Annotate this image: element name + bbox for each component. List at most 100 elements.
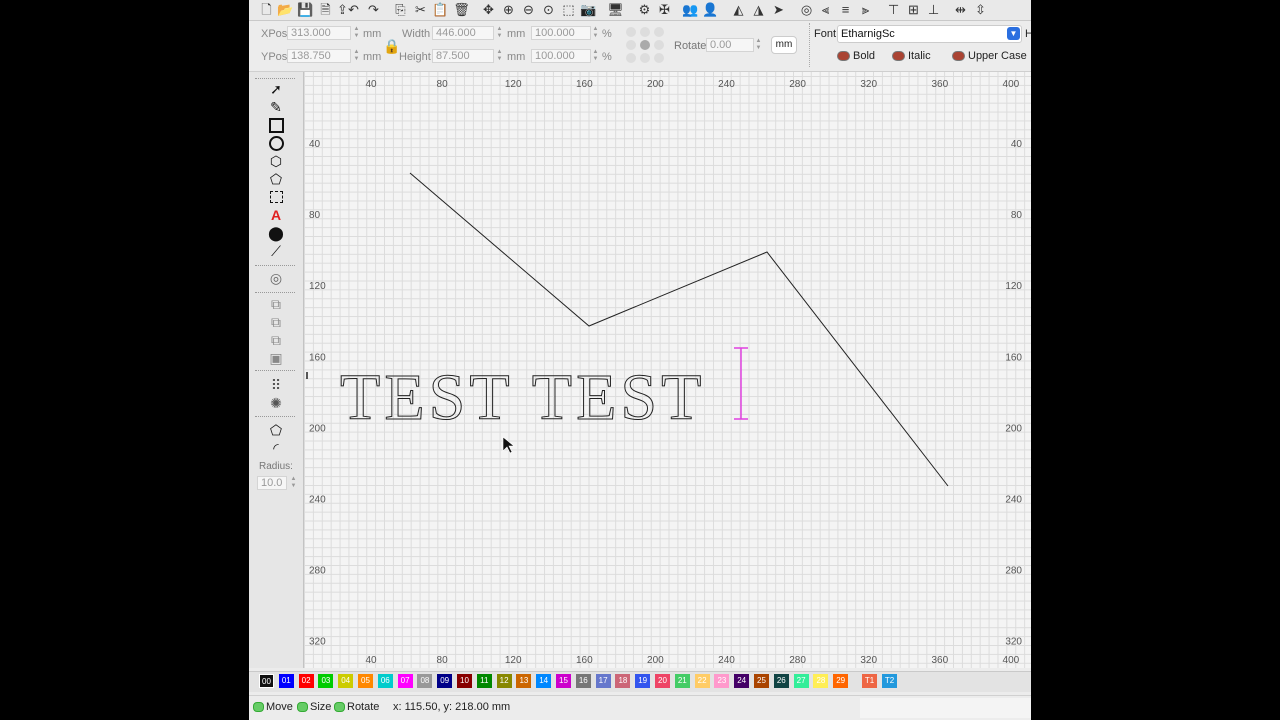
color-swatch-01[interactable]: 01 (278, 674, 294, 688)
new-file-icon[interactable]: 🗋 (258, 1, 275, 18)
anchor-point[interactable] (640, 27, 650, 37)
save-as-icon[interactable]: 🗎 (317, 1, 334, 18)
color-swatch-09[interactable]: 09 (437, 674, 453, 688)
select-tool-icon[interactable]: ➚ (267, 81, 285, 97)
settings-icon[interactable]: ⚙ (636, 1, 653, 18)
upper-case-toggle[interactable]: Upper Case (952, 50, 1027, 62)
open-folder-icon[interactable]: 📂 (277, 1, 294, 18)
color-swatch-26[interactable]: 26 (773, 674, 789, 688)
copy-icon[interactable]: ⎘ (392, 1, 409, 18)
align-right-icon[interactable]: ⫸ (857, 1, 874, 18)
color-swatch-25[interactable]: 25 (754, 674, 769, 688)
send-icon[interactable]: ➤ (770, 1, 787, 18)
color-swatch-19[interactable]: 19 (635, 674, 651, 688)
redo-icon[interactable]: ↷ (365, 1, 382, 18)
undo-icon[interactable]: ↶ (345, 1, 362, 18)
color-swatch-29[interactable]: 29 (833, 674, 849, 688)
polyline-shape[interactable] (409, 172, 949, 487)
align-bottom-icon[interactable]: ⊥ (925, 1, 942, 18)
color-swatch-05[interactable]: 05 (358, 674, 373, 688)
anchor-point[interactable] (626, 40, 636, 50)
color-swatch-12[interactable]: 12 (496, 674, 512, 688)
users-icon[interactable]: 👥 (682, 1, 699, 18)
mirror-h-icon[interactable]: ◭ (730, 1, 747, 18)
zoom-in-icon[interactable]: ⊕ (500, 1, 517, 18)
rotate-toggle[interactable]: Rotate (334, 701, 379, 713)
align-center-icon[interactable]: ≡ (837, 1, 854, 18)
ellipse-tool-icon[interactable] (267, 135, 285, 151)
color-swatch-08[interactable]: 08 (417, 674, 433, 688)
color-swatch-13[interactable]: 13 (516, 674, 532, 688)
color-swatch-15[interactable]: 15 (556, 674, 571, 688)
anchor-point[interactable] (654, 53, 664, 63)
pen-tool-icon[interactable]: ✎ (267, 99, 285, 115)
color-swatch-11[interactable]: 11 (476, 674, 492, 688)
delete-icon[interactable]: 🗑 (453, 1, 470, 18)
width-input[interactable] (432, 26, 494, 40)
lock-ratio-icon[interactable]: 🔒 (383, 38, 400, 55)
color-swatch-07[interactable]: 07 (397, 674, 413, 688)
tools-icon[interactable]: ✠ (656, 1, 673, 18)
distribute-v-icon[interactable]: ⇳ (972, 1, 989, 18)
anchor-point[interactable] (654, 27, 664, 37)
color-swatch-t1[interactable]: T1 (862, 674, 877, 688)
font-select[interactable]: EtharnigSc ▼ (837, 25, 1022, 43)
color-swatch-14[interactable]: 14 (536, 674, 552, 688)
array-grid-icon[interactable]: ⠿ (267, 377, 285, 393)
color-swatch-03[interactable]: 03 (318, 674, 334, 688)
corner-tool-icon[interactable]: ◜ (267, 440, 285, 456)
height-input[interactable] (432, 49, 494, 63)
zoom-fit-icon[interactable]: ⊙ (540, 1, 557, 18)
align-top-icon[interactable]: ⊤ (885, 1, 902, 18)
bold-toggle[interactable]: Bold (837, 50, 875, 62)
weld-icon[interactable]: ▣ (267, 350, 285, 366)
boolean-intersect-icon[interactable]: ⧉ (267, 332, 285, 348)
text-object[interactable]: TEST TEST (340, 361, 705, 435)
save-icon[interactable]: 💾 (297, 1, 314, 18)
ypos-input[interactable] (287, 49, 351, 63)
anchor-point[interactable] (640, 40, 650, 50)
color-swatch-02[interactable]: 02 (298, 674, 314, 688)
color-swatch-00[interactable]: 00 (259, 674, 274, 688)
italic-toggle[interactable]: Italic (892, 50, 931, 62)
height-percent-stepper[interactable]: ▲ ▼ (592, 49, 599, 64)
radius-input[interactable] (257, 476, 287, 490)
color-swatch-27[interactable]: 27 (793, 674, 809, 688)
zoom-out-icon[interactable]: ⊖ (520, 1, 537, 18)
color-swatch-28[interactable]: 28 (813, 674, 829, 688)
size-toggle[interactable]: Size (297, 701, 331, 713)
pentagon-tool-icon[interactable]: ⬠ (267, 171, 285, 187)
anchor-point[interactable] (654, 40, 664, 50)
rotate-input[interactable] (706, 38, 754, 52)
cut-icon[interactable]: ✂ (412, 1, 429, 18)
color-swatch-22[interactable]: 22 (694, 674, 710, 688)
width-percent-stepper[interactable]: ▲ ▼ (592, 26, 599, 41)
measure-tool-icon[interactable]: ⟋ (267, 243, 285, 259)
width-stepper[interactable]: ▲ ▼ (496, 26, 503, 41)
text-tool-icon[interactable]: A (267, 207, 285, 223)
target-icon[interactable]: ◎ (798, 1, 815, 18)
unit-toggle-button[interactable]: mm (771, 36, 797, 54)
color-swatch-18[interactable]: 18 (615, 674, 631, 688)
anchor-point[interactable] (626, 53, 636, 63)
color-swatch-21[interactable]: 21 (674, 674, 690, 688)
anchor-point[interactable] (640, 53, 650, 63)
monitor-icon[interactable]: 🖥 (607, 1, 624, 18)
color-swatch-23[interactable]: 23 (714, 674, 730, 688)
user-icon[interactable]: 👤 (702, 1, 719, 18)
rectangle-tool-icon[interactable] (267, 117, 285, 133)
distribute-h-icon[interactable]: ⇹ (952, 1, 969, 18)
radius-stepper[interactable]: ▲ ▼ (290, 476, 297, 491)
boolean-subtract-icon[interactable]: ⧉ (267, 314, 285, 330)
color-swatch-16[interactable]: 16 (575, 674, 591, 688)
rounded-corner-tool-icon[interactable]: ⬠ (267, 422, 285, 438)
circular-array-icon[interactable]: ✺ (267, 395, 285, 411)
marquee-tool-icon[interactable] (267, 189, 285, 205)
polygon-tool-icon[interactable]: ⬡ (267, 153, 285, 169)
color-swatch-17[interactable]: 17 (595, 674, 611, 688)
xpos-stepper[interactable]: ▲ ▼ (353, 26, 360, 41)
zoom-window-icon[interactable]: ⬚ (560, 1, 577, 18)
color-swatch-10[interactable]: 10 (457, 674, 472, 688)
color-swatch-t2[interactable]: T2 (882, 674, 897, 688)
width-percent-input[interactable] (531, 26, 591, 40)
